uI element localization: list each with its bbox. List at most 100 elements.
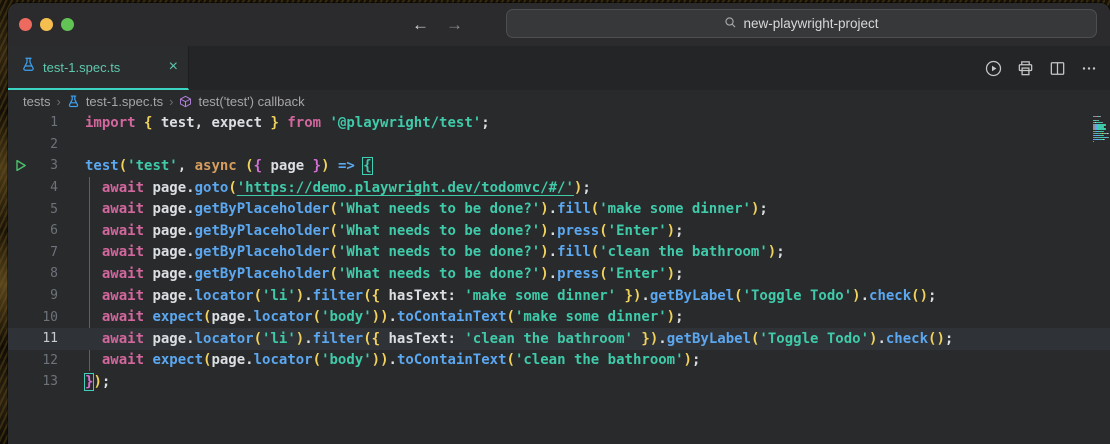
token: await: [102, 201, 144, 217]
token: (: [119, 158, 127, 174]
zoom-window-button[interactable]: [61, 18, 74, 31]
token: hasText:: [380, 331, 464, 347]
token: await: [102, 180, 144, 196]
token: (: [329, 266, 337, 282]
code-line-5[interactable]: 5 await page.getByPlaceholder('What need…: [8, 198, 1110, 220]
breadcrumb-folder[interactable]: tests: [23, 94, 50, 109]
token: ): [540, 201, 548, 217]
code-line-3[interactable]: 3test('test', async ({ page }) => {: [8, 155, 1110, 177]
close-window-button[interactable]: [19, 18, 32, 31]
token: ;: [675, 309, 683, 325]
code-line-9[interactable]: 9 await page.locator('li').filter({ hasT…: [8, 285, 1110, 307]
code-line-6[interactable]: 6 await page.getByPlaceholder('What need…: [8, 220, 1110, 242]
token: check: [886, 331, 928, 347]
minimap-line: [1093, 139, 1109, 140]
minimap-line: [1093, 141, 1109, 142]
breadcrumb-symbol[interactable]: test('test') callback: [198, 94, 304, 109]
token: ): [768, 244, 776, 260]
minimap-line: [1093, 116, 1109, 117]
minimap-line: [1093, 133, 1109, 134]
code-line-7[interactable]: 7 await page.getByPlaceholder('What need…: [8, 242, 1110, 264]
token: getByPlaceholder: [195, 266, 330, 282]
token: async: [195, 158, 246, 174]
minimize-window-button[interactable]: [40, 18, 53, 31]
token: ): [667, 309, 675, 325]
tab-test-1-spec[interactable]: test-1.spec.ts ×: [8, 46, 189, 90]
token: (: [329, 223, 337, 239]
token: (: [228, 180, 236, 196]
vscode-window: ← → new-playwright-project test-1.spec.t…: [8, 3, 1110, 444]
token: =>: [338, 158, 355, 174]
navigate-back-button[interactable]: ←: [412, 3, 429, 46]
symbol-cube-icon: [179, 95, 192, 108]
token: )): [372, 352, 389, 368]
token: .: [549, 244, 557, 260]
token: await: [102, 288, 144, 304]
token: ;: [675, 266, 683, 282]
code-line-10[interactable]: 10 await expect(page.locator('body')).to…: [8, 306, 1110, 328]
tab-bar: test-1.spec.ts ×: [8, 46, 1110, 90]
token: test: [85, 158, 119, 174]
minimap[interactable]: [1093, 116, 1109, 143]
split-editor-icon[interactable]: [1049, 60, 1066, 77]
more-actions-icon[interactable]: [1081, 60, 1097, 76]
line-number: 10: [32, 310, 58, 325]
token: .: [877, 331, 885, 347]
token: .: [549, 223, 557, 239]
token: 'make some dinner': [599, 201, 751, 217]
breadcrumb-file[interactable]: test-1.spec.ts: [86, 94, 163, 109]
token: 'What needs to be done?': [338, 223, 540, 239]
line-number: 2: [32, 137, 58, 152]
token: page.: [144, 266, 195, 282]
token: page.: [144, 244, 195, 260]
code-text: await page.getByPlaceholder('What needs …: [58, 244, 785, 260]
run-test-gutter-icon[interactable]: [8, 159, 32, 172]
line-number: 3: [32, 158, 58, 173]
code-line-1[interactable]: 1import { test, expect } from '@playwrig…: [8, 112, 1110, 134]
token: from: [279, 115, 330, 131]
line-number: 6: [32, 223, 58, 238]
token: (: [734, 288, 742, 304]
code-line-4[interactable]: 4 await page.goto('https://demo.playwrig…: [8, 177, 1110, 199]
token: getByPlaceholder: [195, 223, 330, 239]
token: toContainText: [397, 352, 507, 368]
run-test-icon[interactable]: [985, 60, 1002, 77]
token: '@playwright/test': [329, 115, 481, 131]
code-line-12[interactable]: 12 await expect(page.locator('body')).to…: [8, 350, 1110, 372]
command-center[interactable]: new-playwright-project: [506, 9, 1097, 38]
token: }: [270, 115, 278, 131]
minimap-line: [1093, 122, 1109, 123]
token: [355, 158, 363, 174]
token: getByLabel: [650, 288, 734, 304]
minimap-line: [1093, 128, 1109, 129]
token: [85, 180, 102, 196]
token: hasText:: [380, 288, 464, 304]
code-editor[interactable]: 1import { test, expect } from '@playwrig…: [8, 112, 1110, 444]
token: fill: [557, 244, 591, 260]
navigate-forward-button[interactable]: →: [446, 3, 463, 46]
code-line-13[interactable]: 13});: [8, 371, 1110, 393]
print-icon[interactable]: [1017, 60, 1034, 77]
code-text: await expect(page.locator('body')).toCon…: [58, 352, 700, 368]
token: locator: [254, 352, 313, 368]
code-lines: 1import { test, expect } from '@playwrig…: [8, 112, 1110, 393]
minimap-line: [1093, 124, 1109, 125]
line-number: 9: [32, 288, 58, 303]
code-line-8[interactable]: 8 await page.getByPlaceholder('What need…: [8, 263, 1110, 285]
token: import: [85, 115, 144, 131]
token: ): [684, 352, 692, 368]
token: [85, 331, 102, 347]
code-line-11[interactable]: 11 await page.locator('li').filter({ has…: [8, 328, 1110, 350]
token: await: [102, 244, 144, 260]
code-text: await expect(page.locator('body')).toCon…: [58, 309, 684, 325]
tab-label: test-1.spec.ts: [43, 60, 162, 75]
close-tab-icon[interactable]: ×: [169, 59, 178, 75]
token: {: [254, 158, 262, 174]
token: 'test': [127, 158, 178, 174]
token: }: [313, 158, 321, 174]
minimap-line: [1093, 135, 1109, 136]
token: toContainText: [397, 309, 507, 325]
token: page.: [144, 288, 195, 304]
token: (: [329, 201, 337, 217]
code-line-2[interactable]: 2: [8, 134, 1110, 156]
